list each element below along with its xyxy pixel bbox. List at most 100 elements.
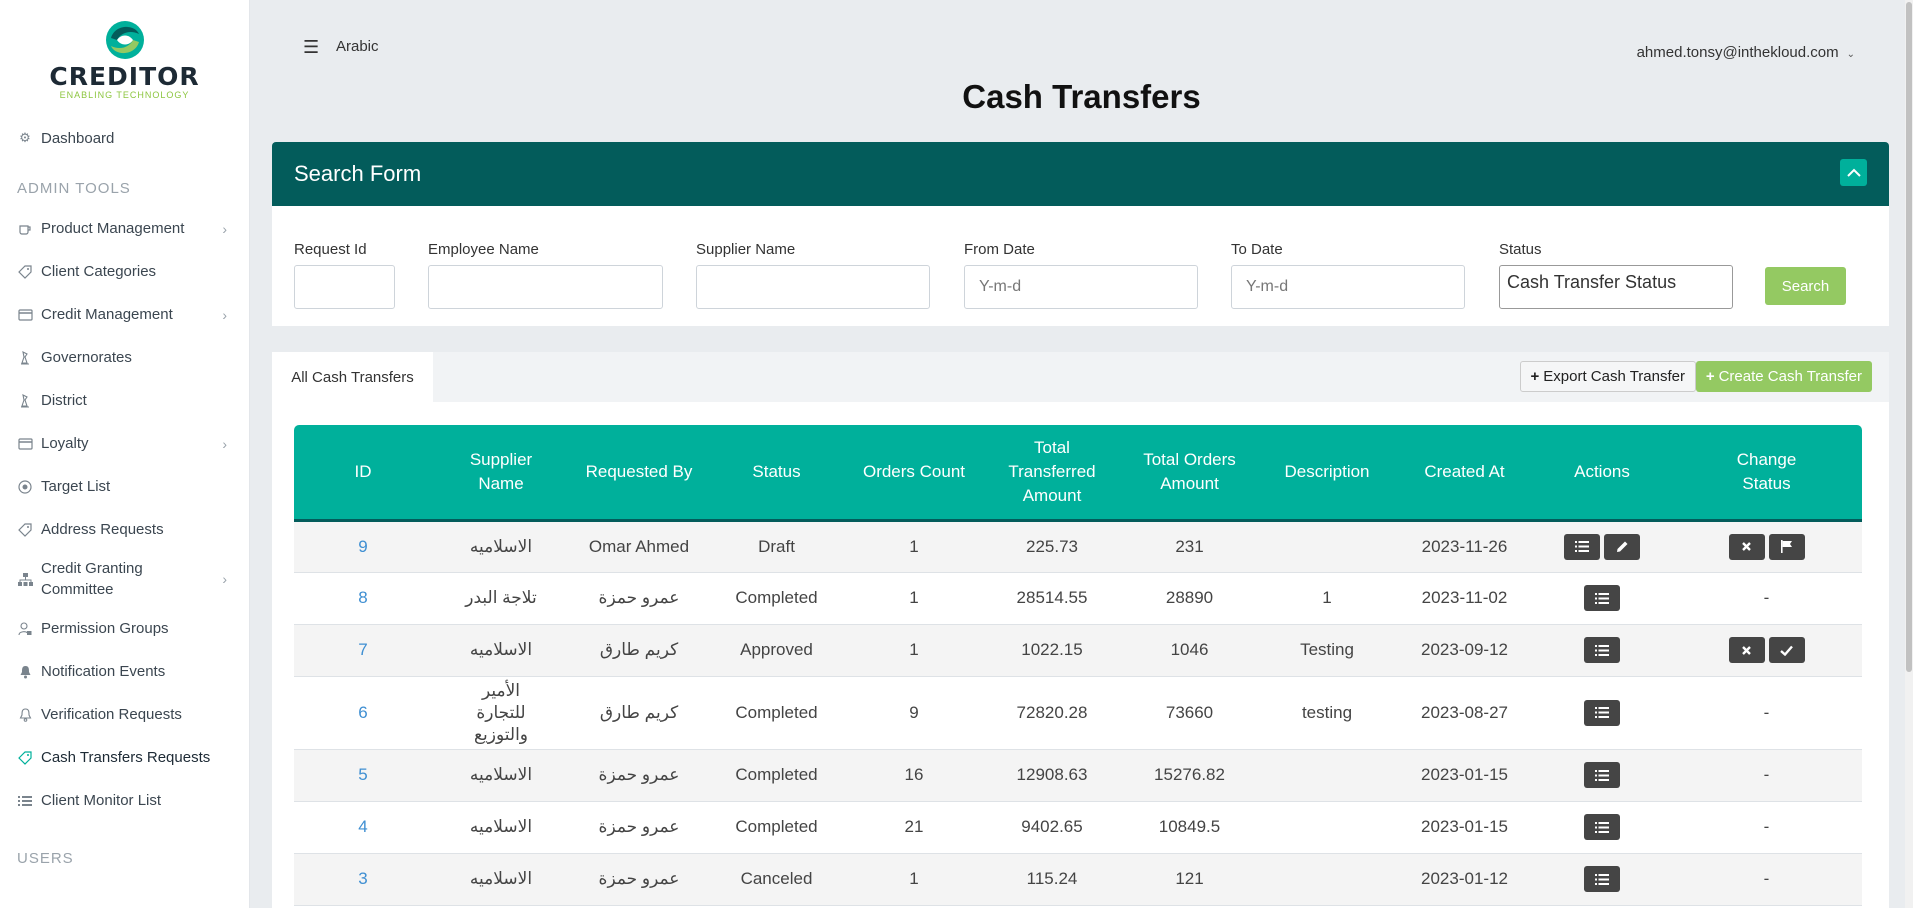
chevron-right-icon: › [222,570,227,587]
list-icon [1595,769,1609,781]
sidebar-item-label: Dashboard [41,129,115,147]
sidebar-item-label: Product Management [41,220,185,237]
edit-button[interactable] [1604,533,1640,560]
page-scrollbar[interactable] [1905,0,1913,908]
list-button[interactable] [1584,866,1620,892]
transfer-id-link[interactable]: 3 [358,869,367,888]
sidebar-item-product-management[interactable]: Product Management › [0,207,249,250]
column-header-created-at[interactable]: Created At [1396,425,1533,520]
column-header-total-transferred-amount[interactable]: Total Transferred Amount [983,425,1121,520]
actions-cell [1533,853,1671,905]
sidebar-item-client-monitor-list[interactable]: Client Monitor List [0,779,249,822]
no-status-change: - [1763,702,1770,722]
status-cell: Completed [735,765,818,784]
transfer-id-link[interactable]: 7 [358,640,367,659]
transfer-id-link[interactable]: 9 [358,537,367,556]
sidebar-item-permission-groups[interactable]: Permission Groups [0,607,249,650]
cup-icon [17,221,33,237]
sidebar-item-label: Client Monitor List [41,792,162,809]
close-icon [1741,541,1752,552]
list-button[interactable] [1584,637,1620,663]
column-header-total-orders-amount[interactable]: Total Orders Amount [1121,425,1258,520]
employee-name-input[interactable] [428,265,663,309]
search-button[interactable]: Search [1765,267,1846,305]
total-orders-cell: 73660 [1165,702,1214,722]
reject-button[interactable] [1728,637,1765,663]
create-cash-transfer-button[interactable]: + Create Cash Transfer [1695,361,1872,392]
column-header-change-status[interactable]: Change Status [1671,425,1862,520]
transfer-id-link[interactable]: 6 [358,703,367,722]
request-id-input[interactable] [294,265,395,309]
id-cell: 9 [294,520,432,572]
orders-count-cell: 1 [909,869,919,888]
sidebar-item-verification-requests[interactable]: Verification Requests [0,693,249,736]
collapse-button[interactable] [1840,159,1867,186]
sidebar-item-credit-granting-committee[interactable]: Credit Granting Committee › [0,551,249,607]
sidebar-item-dashboard[interactable]: ⚙ Dashboard [0,118,249,158]
created-at-cell: 2023-09-12 [1421,640,1508,659]
scrollbar-thumb[interactable] [1906,2,1912,672]
language-switch[interactable]: Arabic [336,38,379,55]
column-header-description[interactable]: Description [1258,425,1396,520]
gear-icon: ⚙ [19,130,31,145]
list-button[interactable] [1584,699,1620,726]
sidebar-item-notification-events[interactable]: Notification Events [0,650,249,693]
sidebar-item-address-requests[interactable]: Address Requests [0,508,249,551]
description-cell [1258,853,1396,905]
plus-icon: + [1705,368,1715,385]
column-header-supplier-name[interactable]: Supplier Name [432,425,570,520]
transfer-id-link[interactable]: 4 [358,817,367,836]
actions-cell [1533,624,1671,676]
change-status-cell: - [1671,676,1862,749]
check-button[interactable] [1768,637,1805,663]
chevron-down-icon: ⌄ [1846,49,1855,60]
from-date-field: From Date [964,241,1198,309]
hamburger-menu-icon[interactable]: ☰ [303,37,319,58]
supplier-name-label: Supplier Name [696,241,796,258]
actions-cell [1533,676,1671,749]
credit-card-icon [17,436,33,452]
description-cell: Testing [1300,640,1354,659]
sidebar-item-client-categories[interactable]: Client Categories [0,250,249,293]
sidebar-item-target-list[interactable]: Target List [0,465,249,508]
list-button[interactable] [1564,533,1600,560]
sidebar-item-district[interactable]: District [0,379,249,422]
transfer-id-link[interactable]: 5 [358,765,367,784]
user-lock-icon [17,621,33,637]
reject-button[interactable] [1728,533,1765,560]
supplier-name-input[interactable] [696,265,930,309]
created-at-cell: 2023-01-12 [1421,869,1508,888]
supplier-name-cell: الاسلاميه [469,817,533,836]
to-date-input[interactable] [1231,265,1465,309]
list-button[interactable] [1584,585,1620,611]
sidebar-item-loyalty[interactable]: Loyalty › [0,422,249,465]
column-header-requested-by[interactable]: Requested By [570,425,708,520]
brand-logo[interactable]: CREDITOR ENABLING TECHNOLOGY [0,0,249,118]
table-row: 5 الاسلاميه عمرو حمزة Completed 16 12908.63 15… [294,749,1862,801]
sidebar-item-cash-transfers-requests[interactable]: Cash Transfers Requests [0,736,249,779]
transfer-id-link[interactable]: 8 [358,588,367,607]
from-date-label: From Date [964,241,1035,258]
table-body: 9 الاسلاميه Omar Ahmed Draft 1 225.73 231 2023-… [294,520,1862,905]
created-at-cell: 2023-11-26 [1421,536,1508,556]
list-icon [1595,873,1609,885]
sidebar-item-governorates[interactable]: Governorates [0,336,249,379]
column-header-actions[interactable]: Actions [1533,425,1671,520]
sidebar-item-credit-management[interactable]: Credit Management › [0,293,249,336]
actions-cell [1533,801,1671,853]
column-header-orders-count[interactable]: Orders Count [845,425,983,520]
user-menu[interactable]: ahmed.tonsy@inthekloud.com ⌄ [1637,44,1855,61]
column-header-id[interactable]: ID [294,425,432,520]
list-button[interactable] [1584,762,1620,788]
created-at-cell: 2023-01-15 [1421,765,1508,784]
status-cell: Draft [758,536,795,556]
column-header-status[interactable]: Status [708,425,845,520]
bell-solid-icon [17,664,33,680]
from-date-input[interactable] [964,265,1198,309]
export-cash-transfer-button[interactable]: + Export Cash Transfer [1519,361,1696,392]
list-button[interactable] [1584,814,1620,840]
status-cell: Approved [740,640,813,659]
flag-button[interactable] [1768,533,1805,560]
status-select[interactable]: Cash Transfer Status [1499,265,1733,309]
tab-all-cash-transfers[interactable]: All Cash Transfers [272,352,433,402]
